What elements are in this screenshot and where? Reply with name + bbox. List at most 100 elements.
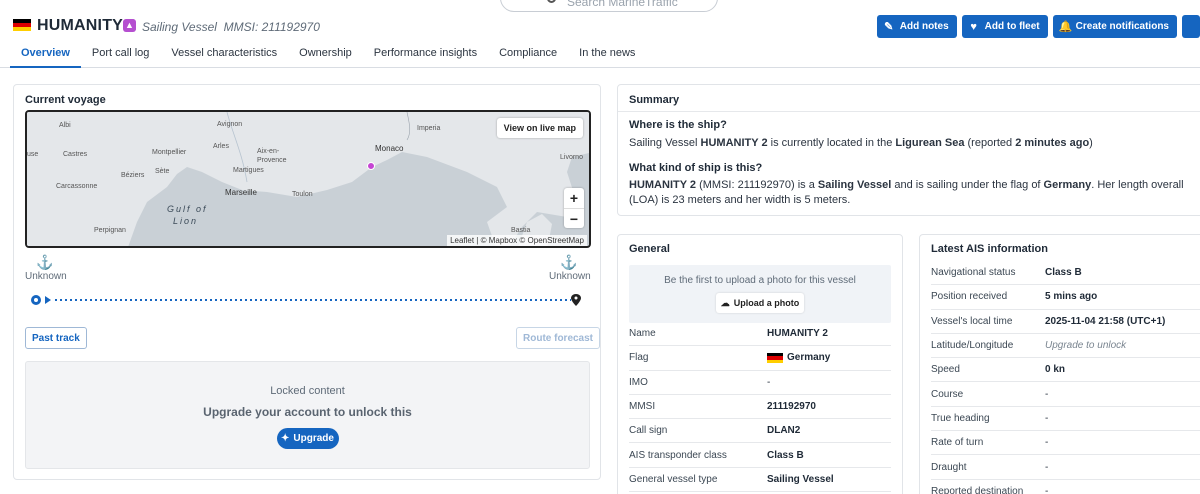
general-panel: General Be the first to upload a photo f…	[617, 234, 903, 494]
row-key: Position received	[931, 291, 1008, 303]
row-value: -	[1045, 437, 1049, 449]
current-voyage-title: Current voyage	[25, 94, 106, 106]
tab-in-the-news[interactable]: In the news	[568, 40, 646, 68]
row-key: Rate of turn	[931, 437, 984, 449]
cloud-upload-icon: ☁	[720, 297, 730, 308]
upload-photo-button[interactable]: ☁ Upload a photo	[716, 293, 804, 313]
table-row: General vessel type Sailing Vessel	[629, 468, 891, 493]
anchor-icon: ⚓	[36, 254, 54, 270]
anchor-icon: ⚓	[560, 254, 578, 270]
table-row: True heading -	[931, 407, 1200, 432]
map-label-montpellier: Montpellier	[152, 149, 187, 156]
summary-title: Summary	[629, 94, 680, 106]
search-input[interactable]: Search MarineTraffic	[500, 0, 718, 12]
row-value: 5 mins ago	[1045, 291, 1098, 303]
upload-photo-label: Upload a photo	[733, 298, 800, 308]
table-row: Draught -	[931, 455, 1200, 480]
locked-content: Locked content Upgrade your account to u…	[25, 361, 590, 469]
map-label-perpignan: Perpignan	[94, 227, 126, 234]
zoom-out-button[interactable]: −	[564, 208, 584, 228]
map-label-avignon: Avignon	[217, 121, 243, 128]
map-label-monaco: Monaco	[375, 144, 404, 153]
row-key: Flag	[629, 352, 649, 364]
route-forecast-button[interactable]: Route forecast	[516, 327, 600, 349]
tab-performance-insights[interactable]: Performance insights	[363, 40, 488, 68]
row-value: -	[1045, 461, 1049, 473]
map-label-bastia: Bastia	[511, 227, 531, 234]
row-value: Class B	[767, 449, 804, 461]
tab-compliance[interactable]: Compliance	[488, 40, 568, 68]
row-key: Call sign	[629, 425, 668, 437]
kind-answer: HUMANITY 2 (MMSI: 211192970) is a Sailin…	[629, 179, 1184, 206]
row-key: Reported destination	[931, 485, 1024, 494]
map-label-lion: Lion	[173, 216, 199, 226]
row-key: AIS transponder class	[629, 449, 727, 461]
view-on-live-map-button[interactable]: View on live map	[496, 118, 583, 138]
voyage-map[interactable]: Albi Avignon Imperia Montpellier Arles A…	[25, 110, 591, 248]
table-row: Vessel's local time 2025-11-04 21:58 (UTC…	[931, 310, 1200, 334]
add-to-fleet-label: Add to fleet	[984, 21, 1040, 32]
table-row: Name HUMANITY 2	[629, 322, 891, 347]
vessel-position-marker[interactable]	[367, 162, 375, 170]
past-track-button[interactable]: Past track	[25, 327, 87, 349]
more-button[interactable]	[1182, 15, 1200, 38]
destination-port-name: Unknown	[549, 271, 591, 282]
add-notes-button[interactable]: ✎ Add notes	[876, 15, 957, 38]
map-label-beziers: Béziers	[121, 172, 145, 179]
table-row: Flag Germany	[629, 346, 891, 371]
ais-title: Latest AIS information	[931, 243, 1048, 255]
table-row: Navigational status Class B	[931, 261, 1200, 286]
locked-message: Upgrade your account to unlock this	[203, 405, 412, 419]
zoom-in-button[interactable]: +	[564, 188, 584, 208]
where-answer: Sailing Vessel HUMANITY 2 is currently l…	[629, 137, 1093, 149]
map-label-imperia: Imperia	[417, 125, 441, 132]
divider	[618, 111, 1200, 112]
row-key: Draught	[931, 461, 967, 473]
header-actions: ✎ Add notes ♥ Add to fleet 🔔 Create noti…	[876, 15, 1200, 38]
row-value: DLAN2	[767, 425, 801, 437]
map-label-carcassonne: Carcassonne	[56, 183, 98, 190]
header: Search MarineTraffic HUMANITY 2 ▲ Sailin…	[0, 0, 1200, 68]
row-key: General vessel type	[629, 473, 718, 485]
row-key: Vessel's local time	[931, 315, 1013, 327]
add-to-fleet-button[interactable]: ♥ Add to fleet	[961, 15, 1048, 38]
table-row: Speed 0 kn	[931, 358, 1200, 383]
search-icon	[547, 0, 556, 3]
table-row: Course -	[931, 382, 1200, 407]
where-question: Where is the ship?	[629, 119, 727, 131]
create-notifications-button[interactable]: 🔔 Create notifications	[1052, 15, 1177, 38]
row-value: 211192970	[767, 401, 816, 413]
vessel-name: HUMANITY 2	[37, 17, 137, 34]
map-label-castres: Castres	[63, 151, 88, 158]
map-label-gulf-of: Gulf of	[167, 204, 208, 214]
tab-ownership[interactable]: Ownership	[288, 40, 363, 68]
sparkle-icon: ✦	[281, 433, 290, 444]
table-row: Call sign DLAN2	[629, 419, 891, 444]
sailing-vessel-icon: ▲	[123, 19, 136, 32]
destination-port: ⚓ Unknown	[549, 254, 591, 282]
row-key: True heading	[931, 412, 990, 424]
row-value: -	[1045, 412, 1049, 424]
row-key: Course	[931, 388, 964, 400]
table-row: Reported destination -	[931, 480, 1200, 494]
map-label-sete: Sète	[155, 168, 170, 175]
photo-placeholder: Be the first to upload a photo for this …	[629, 265, 891, 323]
tab-overview[interactable]: Overview	[10, 40, 81, 68]
row-value: Sailing Vessel	[767, 473, 834, 485]
tab-port-call-log[interactable]: Port call log	[81, 40, 160, 68]
add-notes-label: Add notes	[899, 21, 949, 32]
bell-icon: 🔔	[1058, 21, 1073, 33]
table-row: Latitude/Longitude Upgrade to unlock	[931, 334, 1200, 359]
map-attribution: Leaflet | © Mapbox © OpenStreetMap	[447, 235, 587, 246]
row-value: Germany	[767, 352, 830, 363]
search-placeholder: Search MarineTraffic	[567, 0, 678, 9]
vessel-mmsi: MMSI: 211192970	[223, 20, 320, 34]
upgrade-to-unlock-link[interactable]: Upgrade to unlock	[1045, 340, 1126, 351]
locked-title: Locked content	[270, 385, 345, 397]
photo-prompt: Be the first to upload a photo for this …	[664, 275, 856, 286]
upgrade-button[interactable]: ✦ Upgrade	[276, 428, 339, 449]
tab-vessel-characteristics[interactable]: Vessel characteristics	[160, 40, 288, 68]
kind-question: What kind of ship is this?	[629, 162, 763, 174]
row-key: Name	[629, 328, 656, 340]
row-value: -	[767, 376, 771, 388]
